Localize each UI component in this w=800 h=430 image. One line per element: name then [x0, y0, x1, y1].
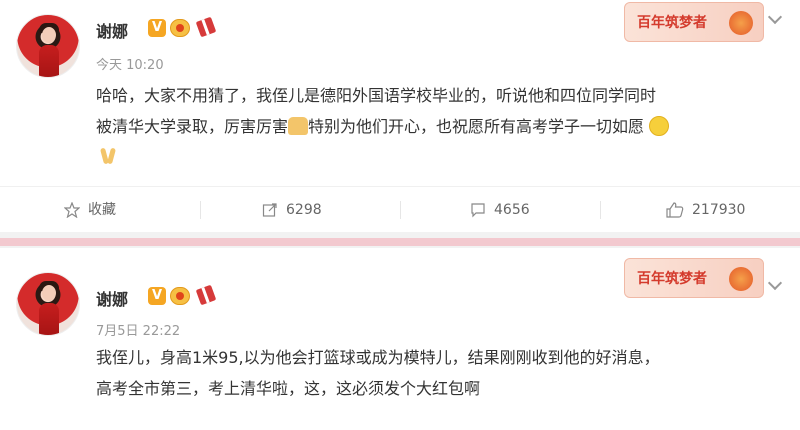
star-icon — [64, 202, 80, 218]
stamp-text: 百年筑梦者 — [637, 271, 707, 287]
chevron-down-icon[interactable] — [767, 275, 783, 291]
stamp-text: 百年筑梦者 — [637, 15, 707, 31]
comment-button[interactable]: 4656 — [470, 201, 530, 219]
content-line-1: 哈哈，大家不用猜了，我侄儿是德阳外国语学校毕业的，听说他和四位同学同时 — [96, 86, 657, 105]
member-badge-icon — [170, 19, 190, 37]
thumbs-up-icon — [666, 202, 684, 218]
centennial-stamp: 百年筑梦者 — [624, 258, 764, 298]
author-name[interactable]: 谢娜 — [96, 18, 128, 42]
comment-count: 4656 — [494, 202, 530, 218]
centennial-stamp: 百年筑梦者 — [624, 2, 764, 42]
post-content: 哈哈，大家不用猜了，我侄儿是德阳外国语学校毕业的，听说他和四位同学同时 被清华大… — [96, 80, 796, 142]
content-line-2: 高考全市第三，考上清华啦，这，这必须发个大红包啊 — [96, 379, 481, 398]
verified-badge: V — [148, 287, 166, 305]
comment-icon — [471, 203, 485, 218]
action-divider — [400, 201, 401, 219]
action-divider — [200, 201, 201, 219]
author-name[interactable]: 谢娜 — [96, 286, 128, 310]
content-line-2-text: 被清华大学录取，厉害厉害 — [96, 117, 289, 136]
gift-badge-icon — [195, 16, 217, 38]
smile-emoji-icon — [649, 116, 670, 136]
like-count: 217930 — [692, 202, 746, 218]
chevron-down-icon[interactable] — [767, 9, 783, 25]
content-line-2: 被清华大学录取，厉害厉害 特别为他们开心，也祝愿所有高考学子一切如愿 — [96, 111, 796, 142]
favorite-label: 收藏 — [88, 202, 116, 218]
thumbs-up-emoji-icon — [288, 117, 309, 135]
weibo-post-1: 谢娜 V 今天 10:20 百年筑梦者 哈哈，大家不用猜了，我侄儿是德阳外国语学… — [0, 0, 800, 232]
content-line-2-tail: 特别为他们开心，也祝愿所有高考学子一切如愿 — [308, 117, 645, 136]
gift-badge-icon — [195, 284, 217, 306]
post-time[interactable]: 7月5日 22:22 — [96, 320, 180, 339]
content-line-1: 我侄儿，身高1米95,以为他会打篮球或成为模特儿，结果刚刚收到他的好消息， — [96, 348, 660, 367]
author-avatar[interactable] — [16, 272, 80, 336]
stamp-orb-icon — [729, 267, 753, 291]
repost-count: 6298 — [286, 202, 322, 218]
post-actions-bar: 收藏 6298 4656 217930 — [0, 186, 800, 232]
action-divider — [600, 201, 601, 219]
repost-button[interactable]: 6298 — [262, 201, 322, 219]
post-content: 我侄儿，身高1米95,以为他会打篮球或成为模特儿，结果刚刚收到他的好消息， 高考… — [96, 342, 796, 404]
like-button[interactable]: 217930 — [666, 201, 745, 219]
stamp-orb-icon — [729, 11, 753, 35]
author-avatar[interactable] — [16, 14, 80, 78]
post-time[interactable]: 今天 10:20 — [96, 54, 164, 73]
pink-separator — [0, 238, 800, 246]
weibo-post-2: 谢娜 V 7月5日 22:22 百年筑梦者 我侄儿，身高1米95,以为他会打篮球… — [0, 248, 800, 430]
member-badge-icon — [170, 287, 190, 305]
favorite-button[interactable]: 收藏 — [64, 201, 116, 219]
verified-badge: V — [148, 19, 166, 37]
victory-emoji-icon — [100, 146, 116, 168]
repost-icon — [262, 203, 277, 217]
